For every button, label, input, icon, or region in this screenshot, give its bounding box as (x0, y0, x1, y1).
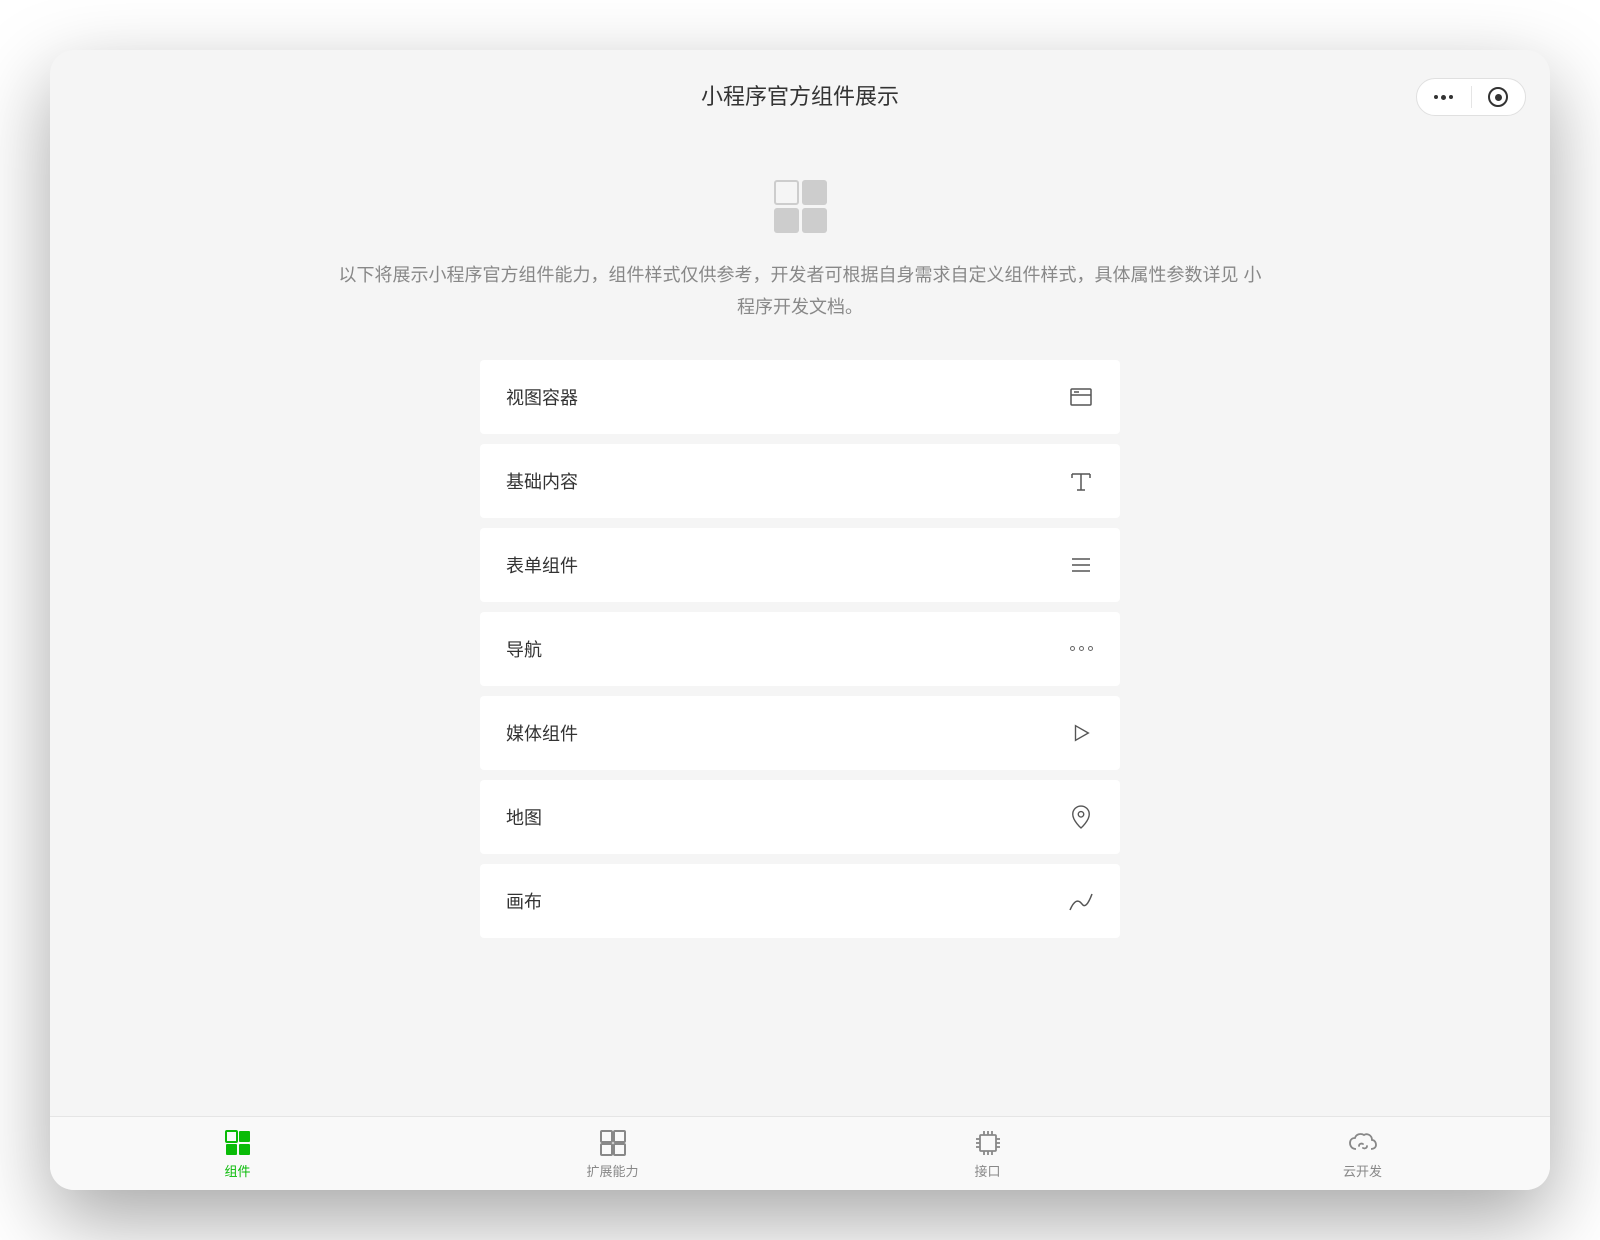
tab-components[interactable]: 组件 (50, 1117, 425, 1190)
form-icon (1068, 552, 1094, 578)
canvas-icon (1068, 888, 1094, 914)
more-button[interactable] (1417, 79, 1471, 115)
view-container-icon (1068, 384, 1094, 410)
tab-cloud[interactable]: 云开发 (1175, 1117, 1550, 1190)
tab-extensions[interactable]: 扩展能力 (425, 1117, 800, 1190)
list-item-label: 视图容器 (506, 384, 578, 410)
tab-label: 云开发 (1343, 1161, 1382, 1180)
header: 小程序官方组件展示 (50, 50, 1550, 140)
content-scroll[interactable]: 以下将展示小程序官方组件能力，组件样式仅供参考，开发者可根据自身需求自定义组件样… (50, 140, 1550, 1116)
close-button[interactable] (1471, 79, 1525, 115)
page-title: 小程序官方组件展示 (701, 79, 899, 111)
target-icon (1488, 87, 1508, 107)
description-text: 以下将展示小程序官方组件能力，组件样式仅供参考，开发者可根据自身需求自定义组件样… (339, 265, 1244, 285)
extensions-icon (598, 1128, 628, 1158)
list-item-label: 画布 (506, 888, 542, 914)
list-item-label: 导航 (506, 636, 542, 662)
list-item-label: 媒体组件 (506, 720, 578, 746)
tab-label: 扩展能力 (586, 1161, 638, 1180)
list-item-canvas[interactable]: 画布 (480, 864, 1120, 938)
tabbar: 组件 扩展能力 接口 云开发 (50, 1116, 1550, 1190)
capsule-button-group (1416, 78, 1526, 116)
description-text-end: 。 (845, 297, 863, 317)
list-item-label: 表单组件 (506, 552, 578, 578)
play-icon (1068, 720, 1094, 746)
logo-grid-icon (774, 180, 827, 233)
tab-label: 组件 (224, 1161, 250, 1180)
tab-api[interactable]: 接口 (800, 1117, 1175, 1190)
list-item-label: 地图 (506, 804, 542, 830)
list-item-form[interactable]: 表单组件 (480, 528, 1120, 602)
more-icon (1434, 95, 1453, 100)
tab-label: 接口 (974, 1161, 1000, 1180)
cloud-icon (1348, 1128, 1378, 1158)
logo-area (50, 140, 1550, 259)
text-icon (1068, 468, 1094, 494)
description: 以下将展示小程序官方组件能力，组件样式仅供参考，开发者可根据自身需求自定义组件样… (50, 259, 1550, 360)
list-item-media[interactable]: 媒体组件 (480, 696, 1120, 770)
list-item-map[interactable]: 地图 (480, 780, 1120, 854)
map-pin-icon (1068, 804, 1094, 830)
list-item-nav[interactable]: 导航 (480, 612, 1120, 686)
app-window: 小程序官方组件展示 以下将展示小程序官方组件能力，组件样式仅供参考，开发者可根据… (50, 50, 1550, 1190)
api-icon (973, 1128, 1003, 1158)
component-list: 视图容器 基础内容 表单组件 导航 (480, 360, 1120, 938)
list-item-label: 基础内容 (506, 468, 578, 494)
components-icon (223, 1128, 253, 1158)
list-item-basic-content[interactable]: 基础内容 (480, 444, 1120, 518)
list-item-view-container[interactable]: 视图容器 (480, 360, 1120, 434)
nav-icon (1068, 636, 1094, 662)
